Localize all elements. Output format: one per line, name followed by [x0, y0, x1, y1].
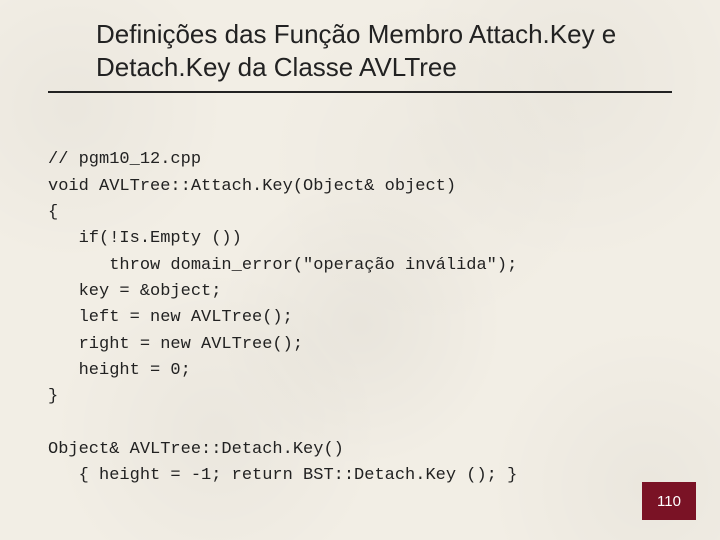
code-line: right = new AVLTree(); [48, 335, 303, 354]
code-line: void AVLTree::Attach.Key(Object& object) [48, 177, 456, 196]
page-number-badge: 110 [642, 482, 696, 520]
slide-title: Definições das Função Membro Attach.Key … [48, 18, 672, 93]
slide: Definições das Função Membro Attach.Key … [0, 0, 720, 540]
code-line: // pgm10_12.cpp [48, 150, 201, 169]
code-line: { height = -1; return BST::Detach.Key ()… [48, 466, 517, 485]
code-line: throw domain_error("operação inválida"); [48, 256, 517, 275]
code-line: Object& AVLTree::Detach.Key() [48, 440, 344, 459]
code-line: left = new AVLTree(); [48, 308, 293, 327]
code-block: // pgm10_12.cpp void AVLTree::Attach.Key… [48, 121, 672, 490]
code-line: height = 0; [48, 361, 191, 380]
code-line: { [48, 203, 58, 222]
code-line: } [48, 387, 58, 406]
code-line: if(!Is.Empty ()) [48, 229, 242, 248]
code-line: key = &object; [48, 282, 221, 301]
